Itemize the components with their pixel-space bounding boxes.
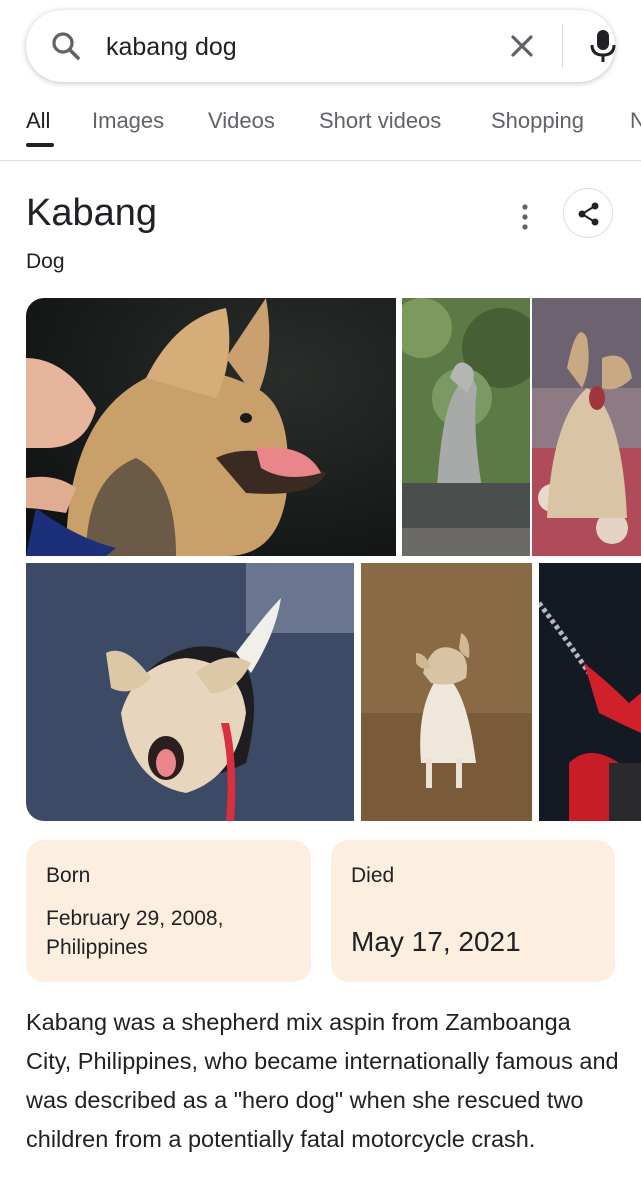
born-label: Born — [46, 864, 91, 887]
fact-card-died[interactable]: Died May 17, 2021 — [331, 840, 615, 982]
clear-icon[interactable] — [504, 28, 540, 64]
tab-shopping[interactable]: Shopping — [491, 108, 584, 134]
tab-news-partial[interactable]: N — [630, 108, 641, 134]
died-value: May 17, 2021 — [351, 926, 521, 957]
image-dog-closeup[interactable] — [26, 298, 396, 556]
search-tabs: All Images Videos Short videos Shopping … — [0, 96, 641, 160]
mic-icon[interactable] — [584, 26, 622, 66]
tabs-divider — [0, 160, 641, 161]
image-dog-sitting[interactable] — [361, 563, 532, 821]
active-tab-indicator — [26, 143, 54, 147]
tab-images[interactable]: Images — [92, 108, 164, 134]
entity-subtitle: Dog — [26, 250, 65, 273]
image-dog-statue[interactable] — [402, 298, 530, 556]
fact-card-born[interactable]: Born February 29, 2008, Philippines — [26, 840, 311, 982]
tab-short-videos[interactable]: Short videos — [319, 108, 441, 134]
born-value: February 29, 2008, Philippines — [46, 907, 224, 959]
died-label: Died — [351, 864, 395, 887]
entity-title: Kabang — [26, 192, 158, 234]
share-icon — [578, 202, 599, 226]
share-button[interactable] — [563, 188, 613, 238]
tab-videos[interactable]: Videos — [208, 108, 275, 134]
more-vert-icon[interactable] — [512, 200, 538, 234]
search-icon[interactable] — [48, 28, 84, 64]
image-red-leash[interactable] — [539, 563, 641, 821]
tab-all[interactable]: All — [26, 108, 50, 134]
search-bar-divider — [562, 24, 563, 68]
search-bar[interactable] — [26, 10, 616, 82]
image-dog-on-couch[interactable] — [532, 298, 641, 556]
image-dog-on-carpet[interactable] — [26, 563, 354, 821]
search-input[interactable] — [104, 24, 468, 70]
entity-description: Kabang was a shepherd mix aspin from Zam… — [26, 1009, 619, 1152]
